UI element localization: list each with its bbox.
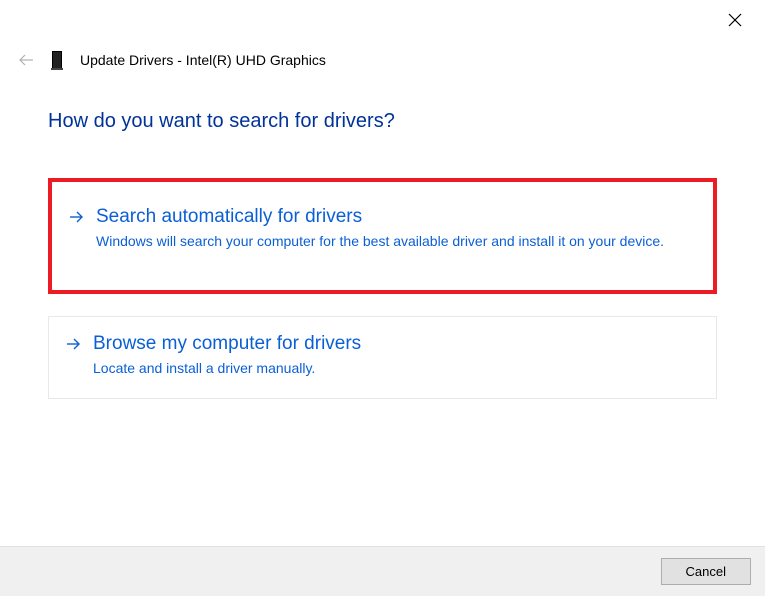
close-button[interactable] (725, 10, 745, 30)
option-search-automatically[interactable]: Search automatically for drivers Windows… (48, 178, 717, 294)
option-browse-computer[interactable]: Browse my computer for drivers Locate an… (48, 316, 717, 400)
back-button[interactable] (18, 54, 34, 66)
footer-bar: Cancel (0, 546, 765, 596)
option-body: Search automatically for drivers Windows… (96, 206, 695, 252)
option-description: Windows will search your computer for th… (96, 232, 695, 252)
arrow-right-icon (67, 337, 81, 355)
header-bar: Update Drivers - Intel(R) UHD Graphics (18, 51, 326, 69)
option-body: Browse my computer for drivers Locate an… (93, 333, 698, 379)
close-icon (728, 13, 742, 27)
option-title: Search automatically for drivers (96, 206, 695, 228)
option-description: Locate and install a driver manually. (93, 359, 698, 379)
device-icon (52, 51, 62, 69)
arrow-right-icon (70, 210, 84, 228)
content-area: How do you want to search for drivers? S… (48, 110, 717, 421)
back-arrow-icon (18, 54, 34, 66)
cancel-button[interactable]: Cancel (661, 558, 751, 585)
option-title: Browse my computer for drivers (93, 333, 698, 355)
window-title: Update Drivers - Intel(R) UHD Graphics (80, 52, 326, 68)
search-prompt: How do you want to search for drivers? (48, 110, 717, 133)
